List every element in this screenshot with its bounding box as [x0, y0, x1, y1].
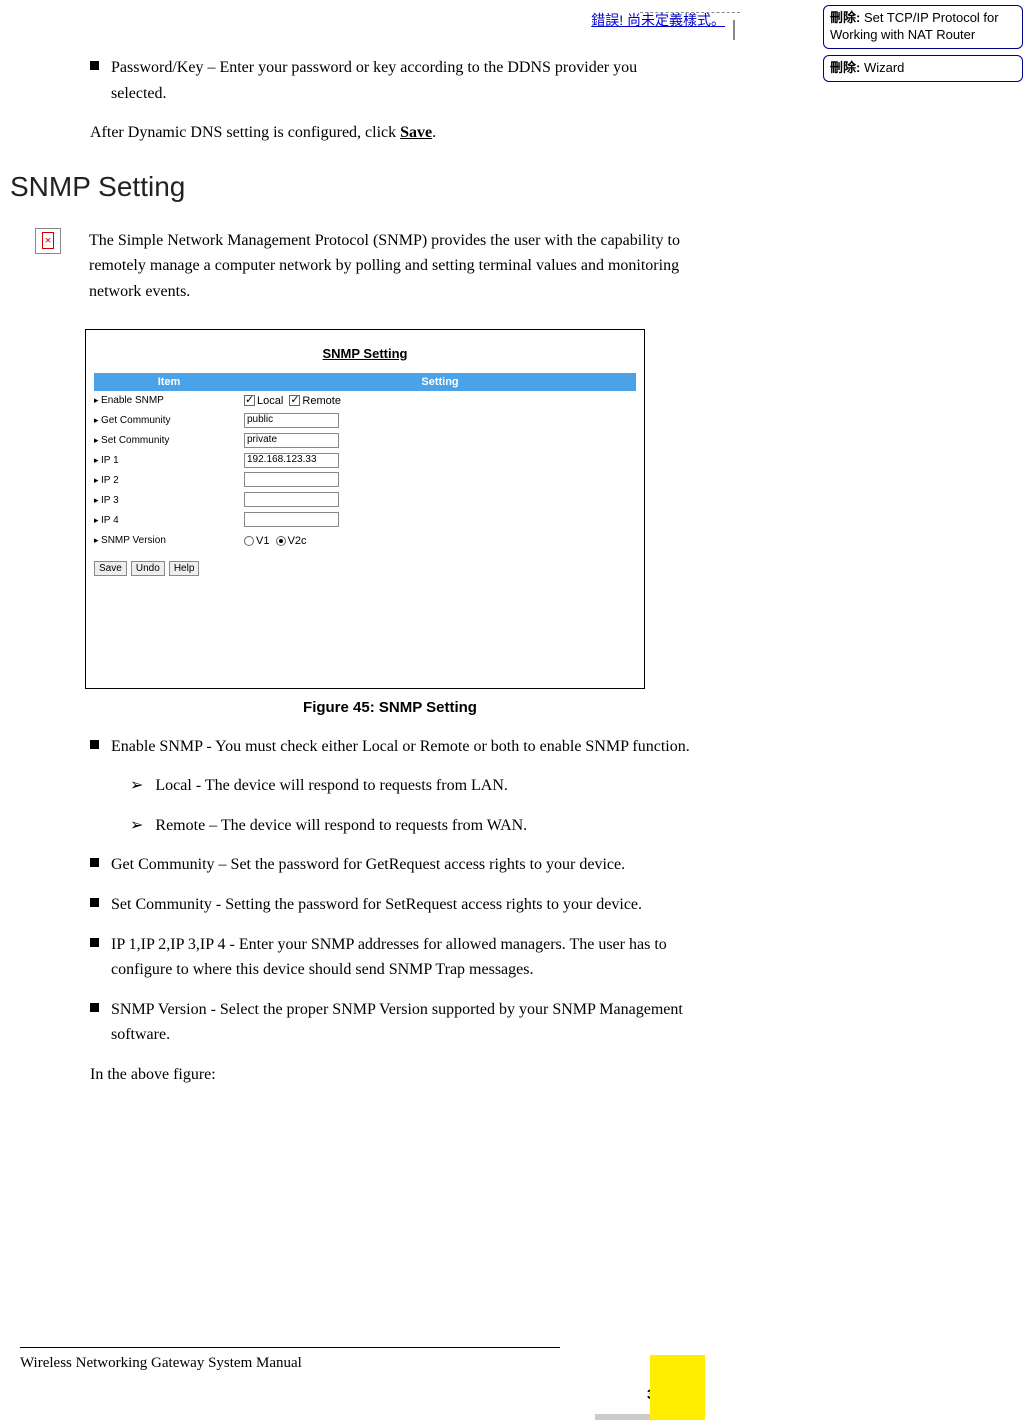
- main-content: Password/Key – Enter your password or ke…: [90, 55, 690, 1102]
- intro-row: × The Simple Network Management Protocol…: [90, 228, 690, 319]
- col-setting: Setting: [244, 376, 636, 388]
- annotation-leader-line: [640, 12, 740, 13]
- corner-shadow: [595, 1414, 650, 1420]
- label-ip4: IP 4: [94, 515, 244, 526]
- sub-bullet-local: ➢ Local - The device will respond to req…: [130, 773, 690, 799]
- label-get-community: Get Community: [94, 415, 244, 426]
- footer-text: Wireless Networking Gateway System Manua…: [20, 1355, 302, 1372]
- label-snmp-version: SNMP Version: [94, 535, 244, 546]
- radio-v2c[interactable]: [276, 536, 286, 546]
- row-ip3: IP 3: [94, 491, 636, 511]
- row-set-community: Set Community private: [94, 431, 636, 451]
- save-text-emphasis: Save: [400, 124, 432, 141]
- label-ip1: IP 1: [94, 455, 244, 466]
- arrow-bullet-icon: ➢: [130, 813, 143, 839]
- label-enable-snmp: Enable SNMP: [94, 395, 244, 406]
- annotation-box-2: 刪除: Wizard: [823, 55, 1023, 82]
- label-set-community: Set Community: [94, 435, 244, 446]
- bullet-text: Password/Key – Enter your password or ke…: [111, 55, 690, 106]
- square-bullet-icon: [90, 1003, 99, 1012]
- sub-bullet-text: Local - The device will respond to reque…: [155, 773, 508, 799]
- figure-caption: Figure 45: SNMP Setting: [90, 699, 690, 716]
- square-bullet-icon: [90, 938, 99, 947]
- checkbox-remote[interactable]: [289, 395, 300, 406]
- square-bullet-icon: [90, 740, 99, 749]
- label-ip2: IP 2: [94, 475, 244, 486]
- row-snmp-version: SNMP Version V1 V2c: [94, 531, 636, 551]
- save-button[interactable]: Save: [94, 561, 127, 576]
- undo-button[interactable]: Undo: [131, 561, 165, 576]
- bullet-get-community: Get Community – Set the password for Get…: [90, 852, 690, 878]
- row-ip1: IP 1 192.168.123.33: [94, 451, 636, 471]
- missing-image-icon: ×: [35, 228, 61, 254]
- figure-table-head: Item Setting: [94, 373, 636, 391]
- sub-bullet-remote: ➢ Remote – The device will respond to re…: [130, 813, 690, 839]
- row-get-community: Get Community public: [94, 411, 636, 431]
- col-item: Item: [94, 376, 244, 388]
- input-get-community[interactable]: public: [244, 413, 339, 428]
- text-fragment: .: [432, 124, 436, 141]
- bullet-text: Get Community – Set the password for Get…: [111, 852, 690, 878]
- row-enable-snmp: Enable SNMP Local Remote: [94, 391, 636, 411]
- bullet-password-key: Password/Key – Enter your password or ke…: [90, 55, 690, 106]
- sub-bullet-text: Remote – The device will respond to requ…: [155, 813, 527, 839]
- row-ip2: IP 2: [94, 471, 636, 491]
- checkbox-remote-label: Remote: [302, 395, 341, 407]
- input-ip3[interactable]: [244, 492, 339, 507]
- checkbox-local-label: Local: [257, 395, 283, 407]
- square-bullet-icon: [90, 858, 99, 867]
- input-ip4[interactable]: [244, 512, 339, 527]
- header-divider: [733, 20, 735, 40]
- help-button[interactable]: Help: [169, 561, 200, 576]
- square-bullet-icon: [90, 61, 99, 70]
- radio-v1[interactable]: [244, 536, 254, 546]
- paragraph-closing: In the above figure:: [90, 1062, 690, 1088]
- text-fragment: After Dynamic DNS setting is configured,…: [90, 124, 400, 141]
- radio-v2c-label: V2c: [288, 535, 307, 547]
- input-ip2[interactable]: [244, 472, 339, 487]
- annotation-label: 刪除:: [830, 60, 860, 75]
- x-icon: ×: [42, 232, 55, 249]
- snmp-setting-figure: SNMP Setting Item Setting Enable SNMP Lo…: [85, 329, 645, 689]
- bullet-snmp-version: SNMP Version - Select the proper SNMP Ve…: [90, 997, 690, 1048]
- annotation-box-1: 刪除: Set TCP/IP Protocol for Working with…: [823, 5, 1023, 49]
- bullet-text: IP 1,IP 2,IP 3,IP 4 - Enter your SNMP ad…: [111, 932, 690, 983]
- figure-title: SNMP Setting: [94, 346, 636, 361]
- annotations-container: 刪除: Set TCP/IP Protocol for Working with…: [823, 5, 1023, 88]
- val-enable-snmp: Local Remote: [244, 395, 636, 407]
- arrow-bullet-icon: ➢: [130, 773, 143, 799]
- page-header-error: 錯誤! 尚未定義樣式。: [591, 10, 725, 30]
- annotation-label: 刪除:: [830, 10, 860, 25]
- label-ip3: IP 3: [94, 495, 244, 506]
- corner-yellow: [650, 1355, 705, 1420]
- bullet-ip-addresses: IP 1,IP 2,IP 3,IP 4 - Enter your SNMP ad…: [90, 932, 690, 983]
- bullet-text: SNMP Version - Select the proper SNMP Ve…: [111, 997, 690, 1048]
- square-bullet-icon: [90, 898, 99, 907]
- snmp-intro-paragraph: The Simple Network Management Protocol (…: [89, 228, 690, 305]
- bullet-enable-snmp: Enable SNMP - You must check either Loca…: [90, 734, 690, 760]
- page-corner-decoration: [595, 1355, 705, 1420]
- paragraph-after-ddns: After Dynamic DNS setting is configured,…: [90, 120, 690, 146]
- footer-rule: [20, 1347, 560, 1348]
- annotation-text: Wizard: [860, 60, 904, 75]
- bullet-text: Enable SNMP - You must check either Loca…: [111, 734, 690, 760]
- radio-v1-label: V1: [256, 535, 269, 547]
- bullet-set-community: Set Community - Setting the password for…: [90, 892, 690, 918]
- figure-buttons: Save Undo Help: [94, 561, 636, 576]
- row-ip4: IP 4: [94, 511, 636, 531]
- input-set-community[interactable]: private: [244, 433, 339, 448]
- checkbox-local[interactable]: [244, 395, 255, 406]
- bullet-text: Set Community - Setting the password for…: [111, 892, 690, 918]
- section-title-snmp: SNMP Setting: [10, 171, 690, 203]
- input-ip1[interactable]: 192.168.123.33: [244, 453, 339, 468]
